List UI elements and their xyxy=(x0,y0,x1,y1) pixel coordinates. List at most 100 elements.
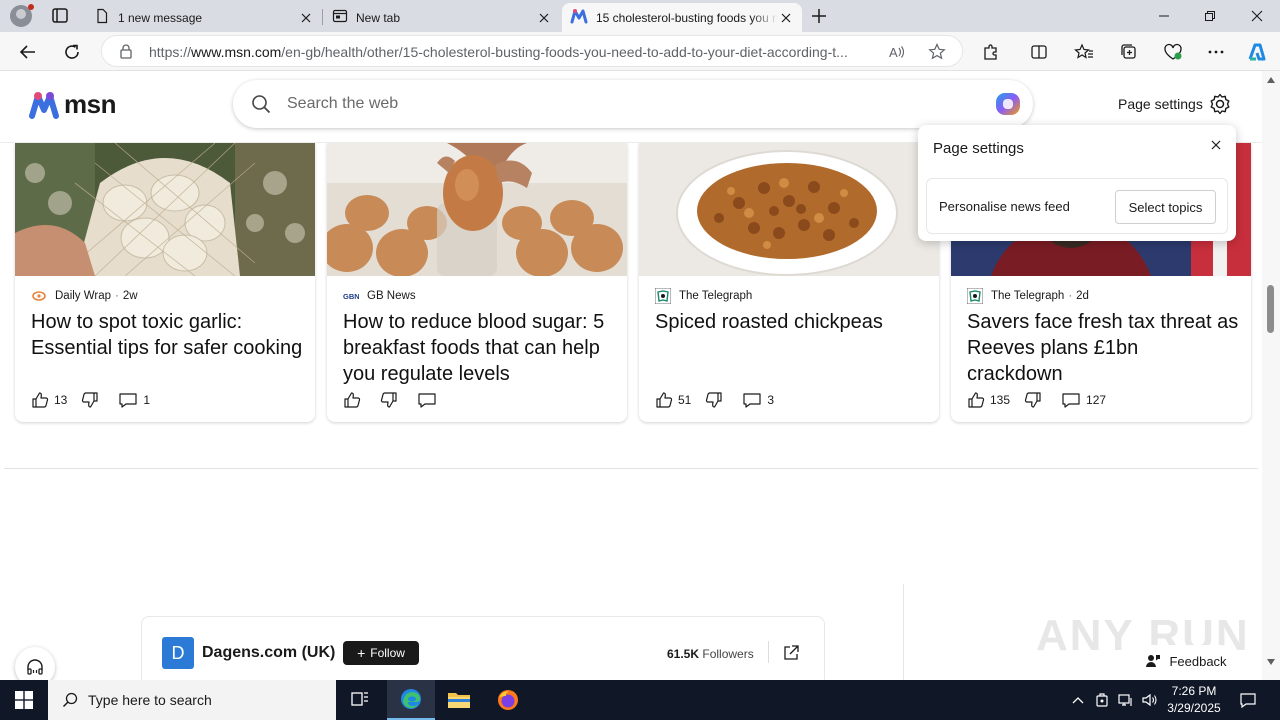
scroll-thumb[interactable] xyxy=(1267,285,1274,333)
follow-label: Follow xyxy=(370,646,405,660)
file-explorer-icon[interactable] xyxy=(435,680,483,720)
news-card[interactable]: The Telegraph Spiced roasted chickpeas 5… xyxy=(639,143,939,422)
tab-msn-article[interactable]: 15 cholesterol-busting foods you need to… xyxy=(562,3,802,32)
lock-icon[interactable] xyxy=(118,43,134,64)
like-button[interactable]: 135 xyxy=(967,391,1010,409)
personalise-row: Personalise news feed Select topics xyxy=(926,178,1228,234)
feedback-button[interactable]: Feedback xyxy=(1136,645,1236,677)
news-card[interactable]: Daily Wrap · 2w How to spot toxic garlic… xyxy=(15,143,315,422)
news-card[interactable]: GBN GB News How to reduce blood sugar: 5… xyxy=(327,143,627,422)
page-settings-button[interactable]: Page settings xyxy=(1118,93,1231,115)
back-arrow-icon[interactable] xyxy=(16,40,40,64)
search-icon[interactable] xyxy=(251,94,271,119)
security-tray-icon[interactable] xyxy=(1093,680,1111,720)
close-tab-icon[interactable] xyxy=(778,10,794,26)
dislike-button[interactable] xyxy=(380,391,403,409)
msn-logo-text: msn xyxy=(64,89,116,119)
card-headline[interactable]: How to spot toxic garlic: Essential tips… xyxy=(31,309,303,361)
msn-logo[interactable]: msn xyxy=(28,89,116,120)
follow-button[interactable]: + Follow xyxy=(343,641,419,665)
thumbs-up-icon xyxy=(32,392,49,408)
thumbs-down-icon xyxy=(380,392,397,408)
comment-icon xyxy=(119,393,137,408)
feedback-label: Feedback xyxy=(1169,653,1227,669)
copilot-icon[interactable] xyxy=(992,89,1024,124)
card-source[interactable]: GBN GB News xyxy=(343,288,416,304)
show-hidden-icons-chevron[interactable] xyxy=(1069,680,1087,720)
card-actions: 51 3 xyxy=(655,391,788,409)
notification-center-icon[interactable] xyxy=(1236,680,1260,720)
search-input[interactable] xyxy=(287,92,927,116)
close-window-icon[interactable] xyxy=(1234,0,1280,32)
thumbs-down-icon xyxy=(1024,392,1041,408)
card-image-chickpeas[interactable] xyxy=(639,143,939,276)
msn-icon xyxy=(570,8,588,27)
card-headline[interactable]: Spiced roasted chickpeas xyxy=(655,309,927,335)
more-menu-icon[interactable] xyxy=(1204,40,1228,64)
task-view-icon[interactable] xyxy=(336,680,384,720)
firefox-icon[interactable] xyxy=(484,680,532,720)
card-headline[interactable]: How to reduce blood sugar: 5 breakfast f… xyxy=(343,309,615,387)
tab-new-tab[interactable]: New tab xyxy=(324,3,560,32)
taskbar-clock[interactable]: 7:26 PM 3/29/2025 xyxy=(1158,683,1230,717)
start-button[interactable] xyxy=(0,680,48,720)
url-scheme: https:// xyxy=(149,44,192,60)
source-name: Daily Wrap xyxy=(55,290,112,302)
card-headline[interactable]: Savers face fresh tax threat as Reeves p… xyxy=(967,309,1239,387)
comment-button[interactable] xyxy=(417,391,442,409)
network-icon[interactable] xyxy=(1117,680,1135,720)
copilot-icon[interactable] xyxy=(1245,40,1269,64)
read-aloud-icon[interactable]: A xyxy=(888,43,906,66)
card-source[interactable]: The Telegraph · 2d xyxy=(967,288,1089,304)
tab-separator xyxy=(322,9,323,25)
taskbar-search-box[interactable]: Type here to search xyxy=(48,680,336,720)
dislike-button[interactable] xyxy=(81,391,104,409)
close-tab-icon[interactable] xyxy=(298,10,314,26)
url-text[interactable]: https://www.msn.com/en-gb/health/other/1… xyxy=(149,44,874,60)
clock-time: 7:26 PM xyxy=(1171,684,1217,698)
listen-button[interactable] xyxy=(15,647,55,680)
edge-taskbar-icon[interactable] xyxy=(387,680,435,720)
like-button[interactable]: 51 xyxy=(655,391,691,409)
page-scrollbar[interactable] xyxy=(1262,71,1280,680)
new-tab-plus-icon[interactable] xyxy=(808,6,830,26)
tab-1-new-message[interactable]: 1 new message xyxy=(86,3,322,32)
like-button[interactable] xyxy=(343,391,366,409)
favorites-icon[interactable] xyxy=(1072,40,1096,64)
like-button[interactable]: 13 xyxy=(31,391,67,409)
close-tab-icon[interactable] xyxy=(536,10,552,26)
card-image-garlic[interactable] xyxy=(15,143,315,276)
web-search-box[interactable] xyxy=(233,80,1033,128)
msn-page: msn Page settings xyxy=(0,71,1262,680)
publisher-name[interactable]: Dagens.com (UK) xyxy=(202,644,335,662)
tab-actions-icon[interactable] xyxy=(48,5,72,27)
address-bar[interactable]: https://www.msn.com/en-gb/health/other/1… xyxy=(101,35,963,67)
comment-button[interactable]: 3 xyxy=(742,391,774,409)
dislike-button[interactable] xyxy=(705,391,728,409)
minimize-icon[interactable] xyxy=(1141,0,1187,32)
comment-count: 127 xyxy=(1086,393,1107,407)
search-icon xyxy=(62,692,78,708)
card-source[interactable]: Daily Wrap · 2w xyxy=(31,288,138,304)
close-icon[interactable] xyxy=(1207,136,1225,154)
card-source[interactable]: The Telegraph xyxy=(655,288,752,304)
volume-icon[interactable] xyxy=(1141,680,1159,720)
split-screen-icon[interactable] xyxy=(1027,40,1051,64)
card-image-eggs[interactable] xyxy=(327,143,627,276)
favorite-star-icon[interactable] xyxy=(928,43,946,66)
browser-essentials-icon[interactable] xyxy=(1161,40,1185,64)
publisher-logo[interactable]: D xyxy=(162,637,194,669)
scroll-up-icon[interactable] xyxy=(1267,77,1275,83)
scroll-down-icon[interactable] xyxy=(1267,659,1275,665)
url-domain: www.msn.com xyxy=(191,44,282,60)
select-topics-button[interactable]: Select topics xyxy=(1115,190,1216,224)
restore-icon[interactable] xyxy=(1187,0,1233,32)
comment-button[interactable]: 1 xyxy=(118,391,150,409)
collections-icon[interactable] xyxy=(1117,40,1141,64)
refresh-icon[interactable] xyxy=(60,40,84,64)
comment-button[interactable]: 127 xyxy=(1061,391,1106,409)
dislike-button[interactable] xyxy=(1024,391,1047,409)
extensions-icon[interactable] xyxy=(979,40,1003,64)
headphones-icon xyxy=(27,659,43,675)
open-external-icon[interactable] xyxy=(782,644,800,662)
